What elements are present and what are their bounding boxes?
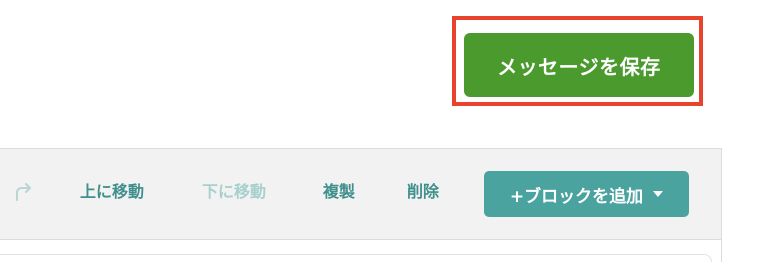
redo-icon[interactable] [10, 179, 38, 207]
add-block-button[interactable]: +ブロックを追加 [484, 171, 689, 217]
page: メッセージを保存 上に移動 下に移動 複製 削除 +ブロックを追加 [0, 0, 762, 262]
move-up-button[interactable]: 上に移動 [80, 179, 144, 207]
move-down-button[interactable]: 下に移動 [202, 179, 266, 207]
add-block-label: +ブロックを追加 [509, 186, 644, 207]
chevron-down-icon [653, 191, 664, 197]
delete-button[interactable]: 削除 [407, 179, 439, 207]
save-message-button[interactable]: メッセージを保存 [464, 33, 694, 97]
content-panel-inner [0, 254, 712, 262]
block-toolbar: 上に移動 下に移動 複製 削除 +ブロックを追加 [0, 148, 722, 240]
duplicate-button[interactable]: 複製 [323, 179, 355, 207]
redo-icon-svg [16, 183, 31, 201]
content-panel [0, 240, 722, 262]
